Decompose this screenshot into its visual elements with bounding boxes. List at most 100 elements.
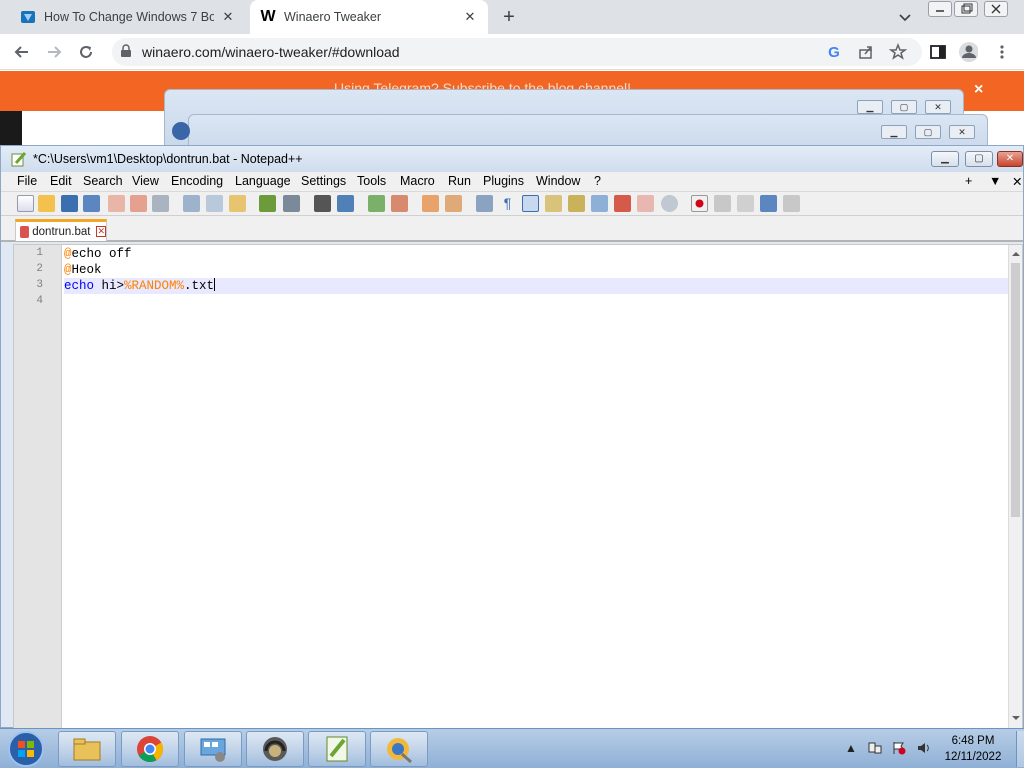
notepad-minimize-button[interactable]: ▁ (931, 151, 959, 167)
back-arrow-icon[interactable] (12, 42, 32, 62)
close-all-icon[interactable] (130, 195, 147, 212)
share-icon[interactable] (856, 42, 876, 62)
paste-icon[interactable] (229, 195, 246, 212)
menu-language[interactable]: Language (235, 174, 291, 188)
udl-icon[interactable] (545, 195, 562, 212)
menu-settings[interactable]: Settings (301, 174, 346, 188)
bg-window-1-close-button[interactable]: ✕ (925, 100, 951, 114)
taskbar-chrome[interactable] (121, 731, 179, 767)
close-tab-2-icon[interactable]: ✕ (462, 9, 478, 25)
copy-icon[interactable] (206, 195, 223, 212)
system-clock[interactable]: 6:48 PM 12/11/2022 (930, 733, 1016, 765)
bg-window-2-maximize-button[interactable]: ▢ (915, 125, 941, 139)
menu-encoding[interactable]: Encoding (171, 174, 223, 188)
menu-view[interactable]: View (132, 174, 159, 188)
scroll-down-arrow-icon[interactable] (1009, 711, 1023, 725)
menu-macro[interactable]: Macro (400, 174, 435, 188)
network-icon[interactable] (868, 741, 882, 755)
code-line[interactable]: @Heok (64, 262, 1010, 278)
show-hidden-icons-icon[interactable]: ▲ (844, 741, 858, 755)
address-bar[interactable]: winaero.com/winaero-tweaker/#download (112, 38, 922, 66)
redo-icon[interactable] (283, 195, 300, 212)
volume-icon[interactable] (916, 741, 930, 755)
code-line[interactable]: @echo off (64, 246, 1010, 262)
show-all-characters-icon[interactable]: ¶ (499, 195, 516, 212)
menu-help[interactable]: ? (594, 174, 601, 188)
bg-window-2-close-button[interactable]: ✕ (949, 125, 975, 139)
bg-window-1-minimize-button[interactable]: ▁ (857, 100, 883, 114)
reload-icon[interactable] (76, 42, 96, 62)
menu-search[interactable]: Search (83, 174, 123, 188)
close-file-icon[interactable] (108, 195, 125, 212)
undo-icon[interactable] (259, 195, 276, 212)
menu-dropdown-icon[interactable]: ▼ (989, 174, 1001, 188)
notepad-close-button[interactable]: ✕ (997, 151, 1023, 167)
code-line[interactable] (64, 294, 1010, 310)
bookmark-star-icon[interactable] (888, 42, 908, 62)
new-file-icon[interactable] (17, 195, 34, 212)
word-wrap-icon[interactable] (476, 195, 493, 212)
taskbar-winaero-tweaker[interactable] (370, 731, 428, 767)
browser-close-button[interactable] (984, 1, 1008, 17)
taskbar-notepad-plus-plus[interactable] (308, 731, 366, 767)
more-menu-icon[interactable] (992, 42, 1012, 62)
zoom-out-icon[interactable] (391, 195, 408, 212)
record-macro-icon[interactable] (691, 195, 708, 212)
play-macro-icon[interactable] (737, 195, 754, 212)
doc-tab-dontrun[interactable]: dontrun.bat ✕ (15, 219, 107, 241)
save-all-icon[interactable] (83, 195, 100, 212)
sync-vertical-icon[interactable] (422, 195, 439, 212)
find-icon[interactable] (314, 195, 331, 212)
notepad-title-bar[interactable]: *C:\Users\vm1\Desktop\dontrun.bat - Note… (1, 146, 1023, 172)
banner-close-button[interactable]: × (974, 81, 983, 99)
show-desktop-button[interactable] (1016, 731, 1024, 767)
taskbar-app-headset[interactable] (246, 731, 304, 767)
scrollbar-thumb[interactable] (1011, 263, 1020, 517)
menu-plugins[interactable]: Plugins (483, 174, 524, 188)
side-panel-icon[interactable] (928, 42, 948, 62)
scroll-up-arrow-icon[interactable] (1009, 247, 1023, 261)
close-tab-1-icon[interactable]: ✕ (220, 9, 236, 25)
document-map-icon[interactable] (568, 195, 585, 212)
browser-tab-1[interactable]: How To Change Windows 7 Boot ✕ (10, 0, 246, 34)
indent-guide-icon[interactable] (522, 195, 539, 212)
open-file-icon[interactable] (38, 195, 55, 212)
new-tab-button[interactable]: + (498, 6, 520, 28)
menu-add-icon[interactable]: + (965, 174, 972, 188)
menu-file[interactable]: File (17, 174, 37, 188)
save-icon[interactable] (61, 195, 78, 212)
sync-horizontal-icon[interactable] (445, 195, 462, 212)
zoom-in-icon[interactable] (368, 195, 385, 212)
monitoring-icon[interactable] (637, 195, 654, 212)
action-center-flag-icon[interactable] (892, 741, 906, 755)
browser-restore-button[interactable] (954, 1, 978, 17)
tab-search-chevron-icon[interactable] (896, 8, 914, 26)
code-editor[interactable]: 1 2 3 4 @echo off @Heok echo hi>%RANDOM%… (13, 244, 1023, 729)
bg-window-2-minimize-button[interactable]: ▁ (881, 125, 907, 139)
menu-close-doc-icon[interactable]: ✕ (1012, 174, 1022, 189)
taskbar-explorer[interactable] (58, 731, 116, 767)
cut-icon[interactable] (183, 195, 200, 212)
save-macro-icon[interactable] (783, 195, 800, 212)
menu-tools[interactable]: Tools (357, 174, 386, 188)
doc-tab-close-icon[interactable]: ✕ (96, 226, 106, 237)
forward-arrow-icon[interactable] (44, 42, 64, 62)
taskbar-control-panel[interactable] (184, 731, 242, 767)
url-text[interactable]: winaero.com/winaero-tweaker/#download (142, 44, 400, 60)
vertical-scrollbar[interactable] (1008, 245, 1022, 728)
bg-window-1-maximize-button[interactable]: ▢ (891, 100, 917, 114)
folder-as-workspace-icon[interactable] (614, 195, 631, 212)
google-g-icon[interactable]: G (824, 42, 844, 62)
browser-tab-2[interactable]: W Winaero Tweaker ✕ (250, 0, 488, 34)
code-line-current[interactable]: echo hi>%RANDOM%.txt (64, 278, 1010, 294)
function-list-icon[interactable] (591, 195, 608, 212)
menu-edit[interactable]: Edit (50, 174, 72, 188)
replace-icon[interactable] (337, 195, 354, 212)
start-button[interactable] (6, 729, 46, 769)
run-macro-multiple-icon[interactable] (760, 195, 777, 212)
stop-macro-icon[interactable] (714, 195, 731, 212)
browser-minimize-button[interactable] (928, 1, 952, 17)
menu-run[interactable]: Run (448, 174, 471, 188)
preview-eye-icon[interactable] (661, 195, 678, 212)
menu-window[interactable]: Window (536, 174, 580, 188)
